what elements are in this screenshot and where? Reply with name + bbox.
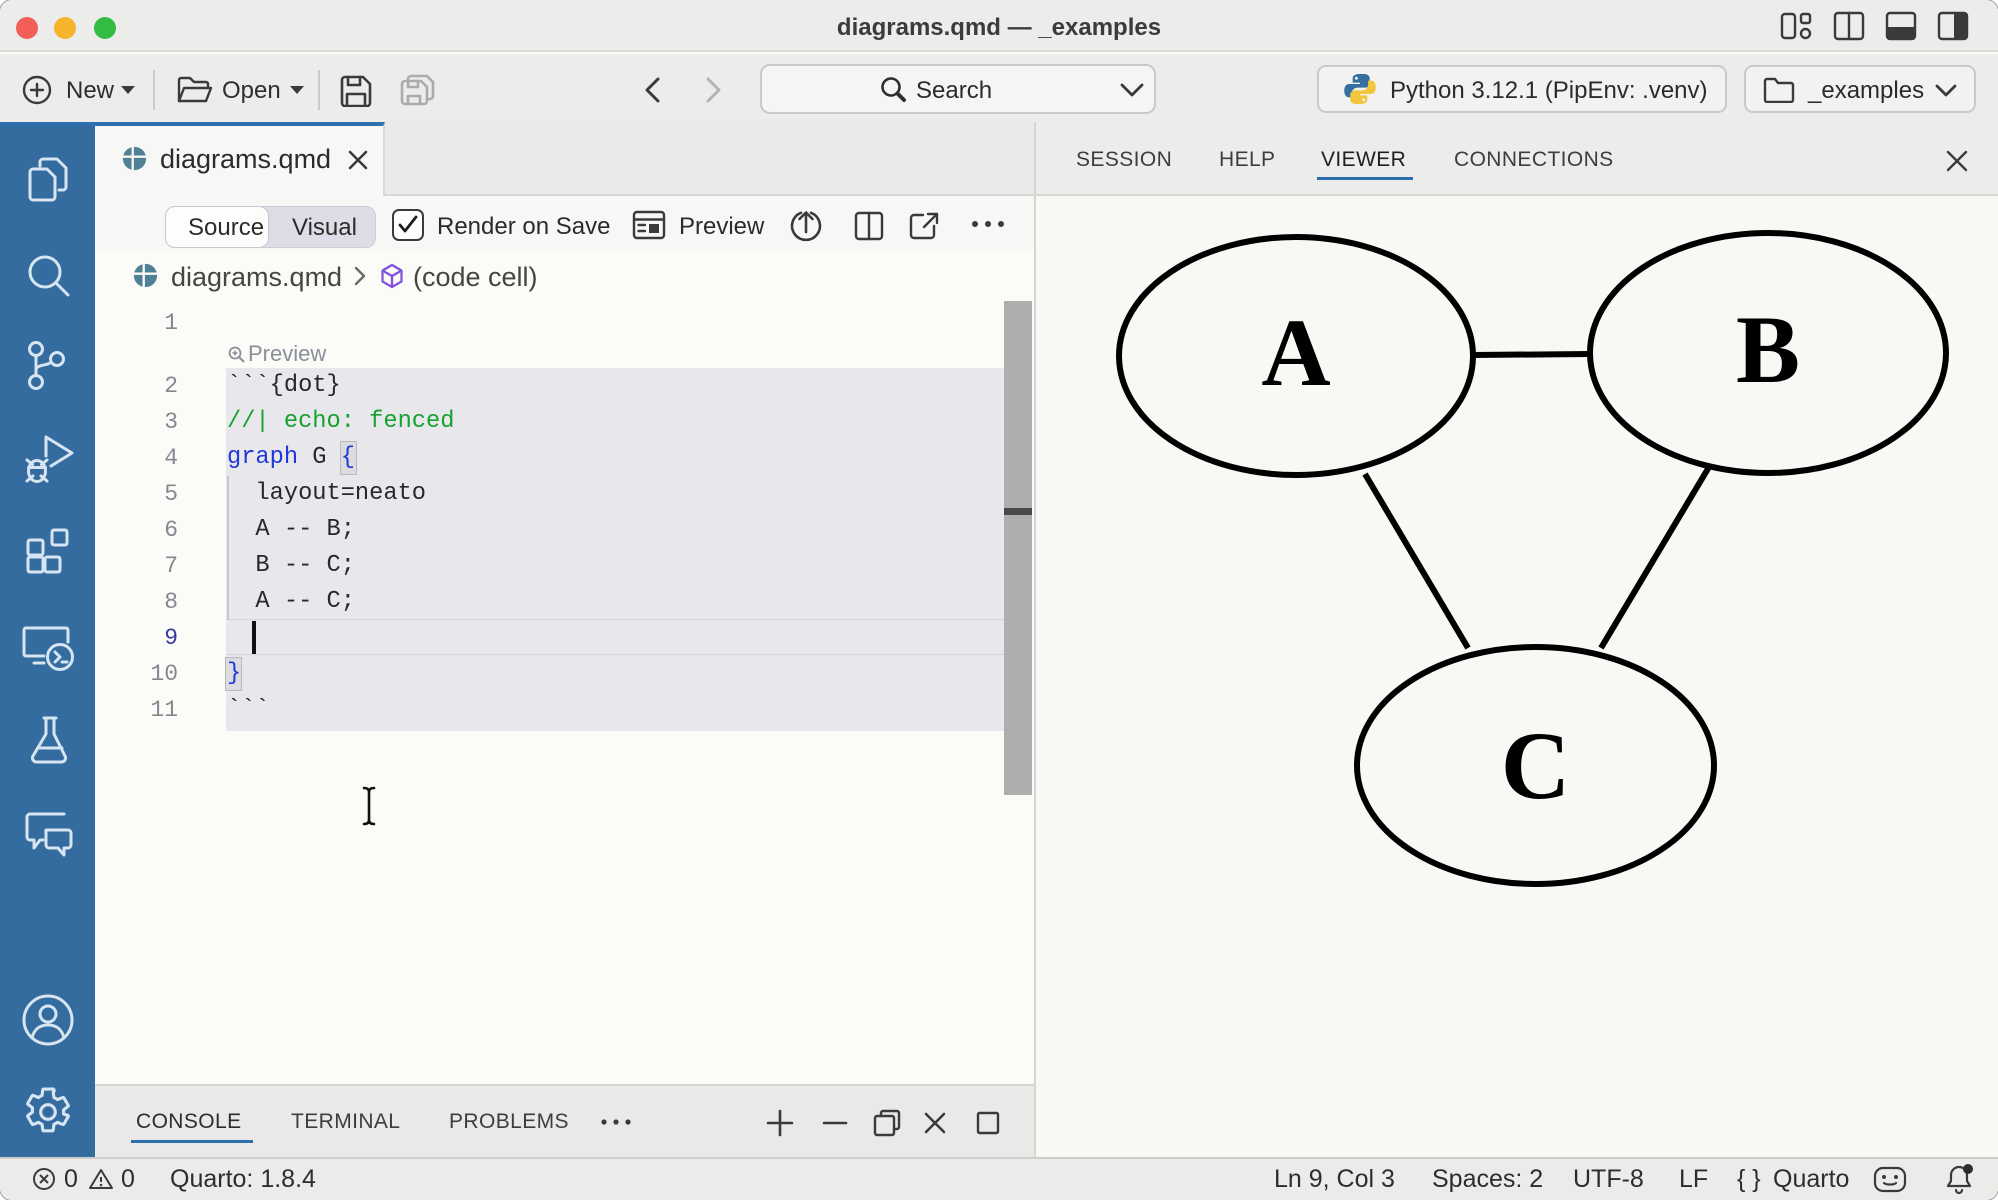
svg-text:B: B (1736, 296, 1800, 403)
svg-text:A: A (1261, 299, 1330, 406)
svg-text:C: C (1501, 712, 1570, 819)
